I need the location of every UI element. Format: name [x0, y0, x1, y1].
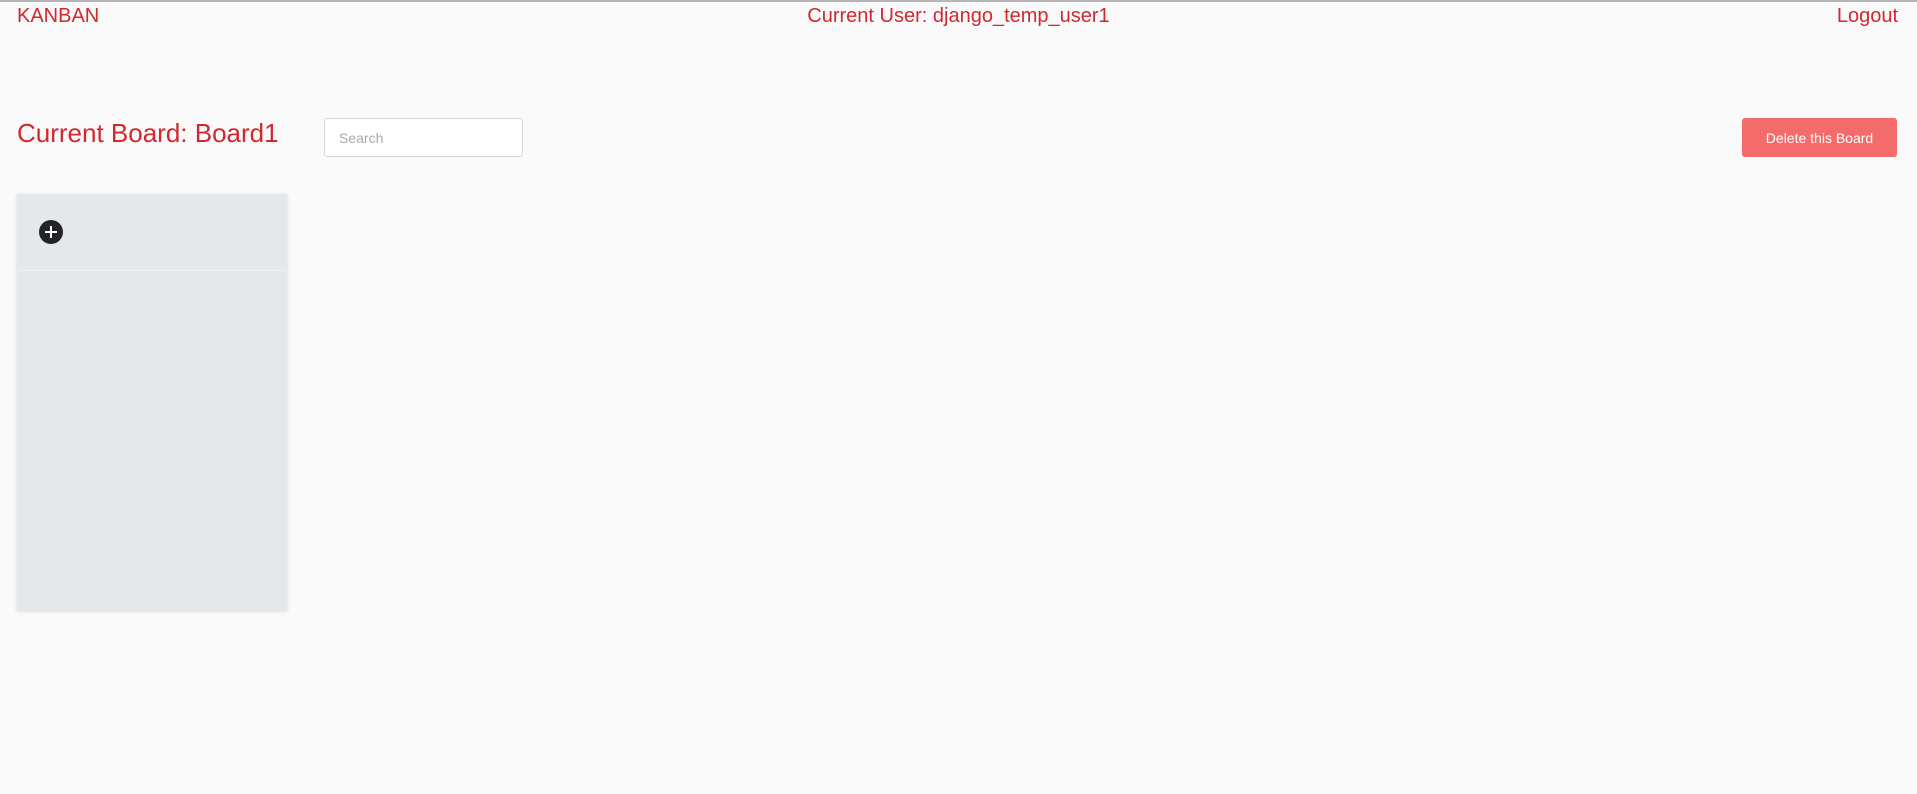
- column-card-list: [17, 271, 287, 610]
- search-input[interactable]: [324, 118, 523, 157]
- board-column: [17, 194, 287, 610]
- top-nav: KANBAN Current User: django_temp_user1 L…: [0, 0, 1917, 36]
- plus-circle-icon[interactable]: [39, 220, 63, 244]
- brand-link[interactable]: KANBAN: [17, 5, 99, 28]
- delete-board-button[interactable]: Delete this Board: [1742, 118, 1897, 157]
- column-header: [17, 194, 287, 271]
- logout-link[interactable]: Logout: [1837, 5, 1898, 28]
- board-title: Current Board: Board1: [17, 118, 279, 148]
- current-user-label: Current User: django_temp_user1: [807, 5, 1110, 27]
